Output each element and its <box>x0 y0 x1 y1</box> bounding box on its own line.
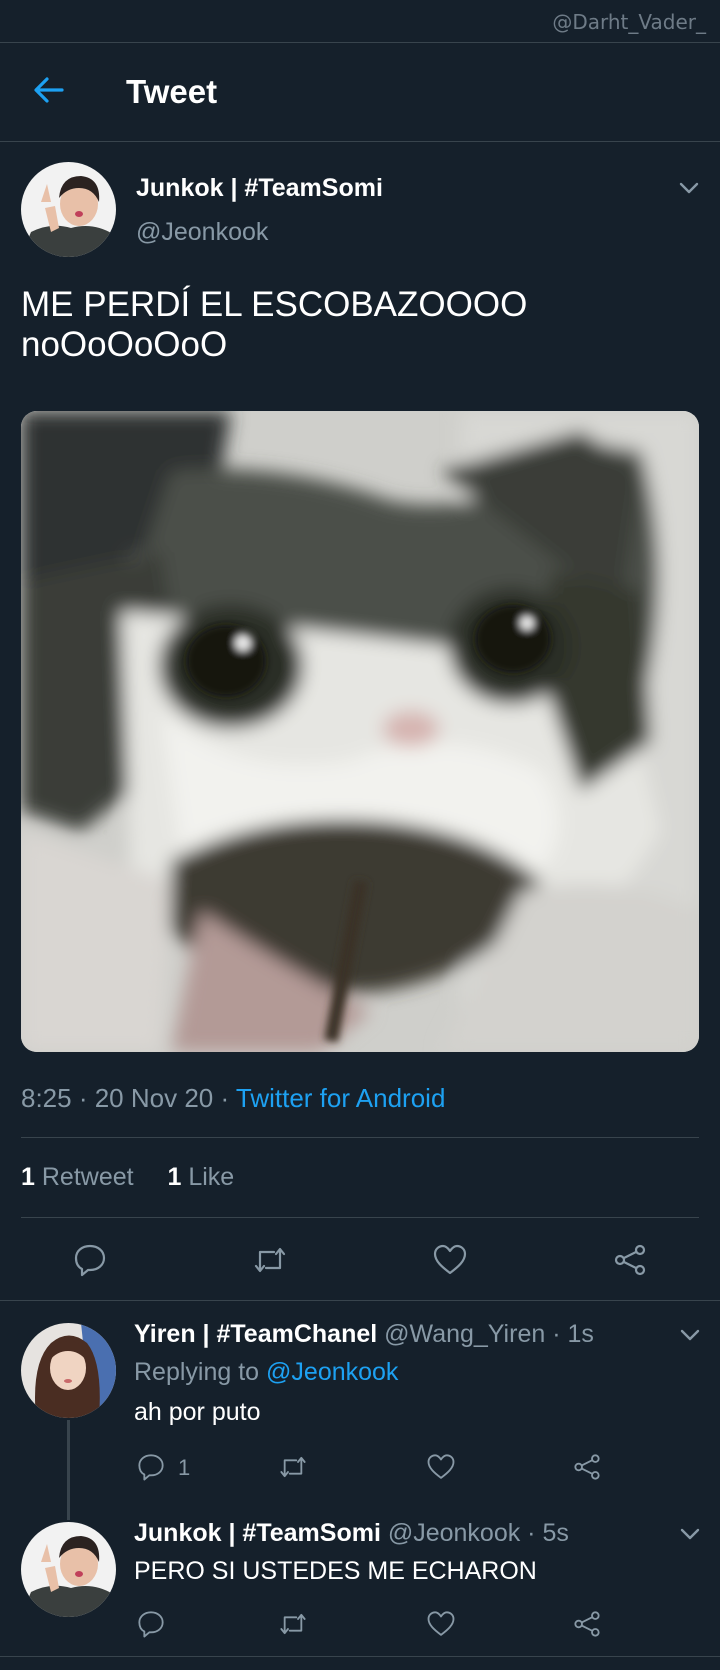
chevron-down-icon[interactable] <box>677 178 701 198</box>
divider <box>21 1137 699 1138</box>
reply-text: ah por puto <box>134 1398 261 1426</box>
tweet-source-link[interactable]: Twitter for Android <box>236 1083 446 1113</box>
author-name[interactable]: Junkok | #TeamSomi <box>136 174 383 203</box>
app-header: Tweet <box>0 43 720 142</box>
retweet-count[interactable]: 1 <box>21 1163 35 1191</box>
reply-icon[interactable] <box>136 1452 166 1482</box>
divider <box>21 1217 699 1218</box>
share-icon[interactable] <box>612 1242 648 1278</box>
reply-handle-time: @Wang_Yiren · 1s <box>377 1320 594 1348</box>
tweet-text-line: ME PERDÍ EL ESCOBAZOOOO <box>21 285 528 324</box>
author-handle[interactable]: @Jeonkook <box>136 218 268 247</box>
divider <box>0 1656 720 1657</box>
author-avatar[interactable] <box>21 162 116 257</box>
thread-connector <box>67 1420 70 1520</box>
like-label[interactable]: Like <box>188 1163 234 1191</box>
chevron-down-icon[interactable] <box>679 1326 701 1344</box>
watermark: @Darht_Vader_ <box>552 10 706 34</box>
retweet-icon[interactable] <box>252 1242 288 1278</box>
replying-to-link[interactable]: @Jeonkook <box>266 1358 398 1386</box>
share-icon[interactable] <box>572 1452 602 1482</box>
share-icon[interactable] <box>572 1609 602 1639</box>
reply-icon[interactable] <box>136 1609 166 1639</box>
tweet-stats: 1 Retweet 1 Like <box>21 1163 234 1192</box>
reply-author-name[interactable]: Yiren | #TeamChanel <box>134 1320 377 1348</box>
like-icon[interactable] <box>426 1452 456 1482</box>
reply-author-name[interactable]: Junkok | #TeamSomi <box>134 1519 381 1547</box>
reply-avatar[interactable] <box>21 1522 116 1617</box>
divider <box>0 1300 720 1301</box>
reply-author[interactable]: Junkok | #TeamSomi @Jeonkook · 5s <box>134 1519 569 1548</box>
reply-icon[interactable] <box>72 1242 108 1278</box>
tweet-text-line: noOoOoOoO <box>21 325 228 364</box>
like-icon[interactable] <box>426 1609 456 1639</box>
replying-to: Replying to @Jeonkook <box>134 1358 398 1387</box>
retweet-label[interactable]: Retweet <box>42 1163 134 1191</box>
reply-avatar[interactable] <box>21 1323 116 1418</box>
reply-author[interactable]: Yiren | #TeamChanel @Wang_Yiren · 1s <box>134 1320 594 1349</box>
reply-count: 1 <box>178 1455 191 1480</box>
retweet-icon[interactable] <box>278 1452 308 1482</box>
reply-text: PERO SI USTEDES ME ECHARON <box>134 1557 537 1585</box>
page-title: Tweet <box>126 73 218 110</box>
replying-to-prefix: Replying to <box>134 1358 267 1386</box>
like-count[interactable]: 1 <box>167 1163 181 1191</box>
tweet-text: ME PERDÍ EL ESCOBAZOOOO noOoOoOoO <box>21 285 701 365</box>
tweet-metadata: 8:25 · 20 Nov 20 · Twitter for Android <box>21 1083 445 1114</box>
like-icon[interactable] <box>432 1242 468 1278</box>
chevron-down-icon[interactable] <box>679 1525 701 1543</box>
reply-handle-time: @Jeonkook · 5s <box>380 1519 569 1547</box>
back-arrow-icon[interactable] <box>32 73 66 107</box>
tweet-timestamp: 8:25 · 20 Nov 20 · <box>21 1083 236 1113</box>
retweet-icon[interactable] <box>278 1609 308 1639</box>
tweet-image[interactable] <box>21 411 699 1052</box>
